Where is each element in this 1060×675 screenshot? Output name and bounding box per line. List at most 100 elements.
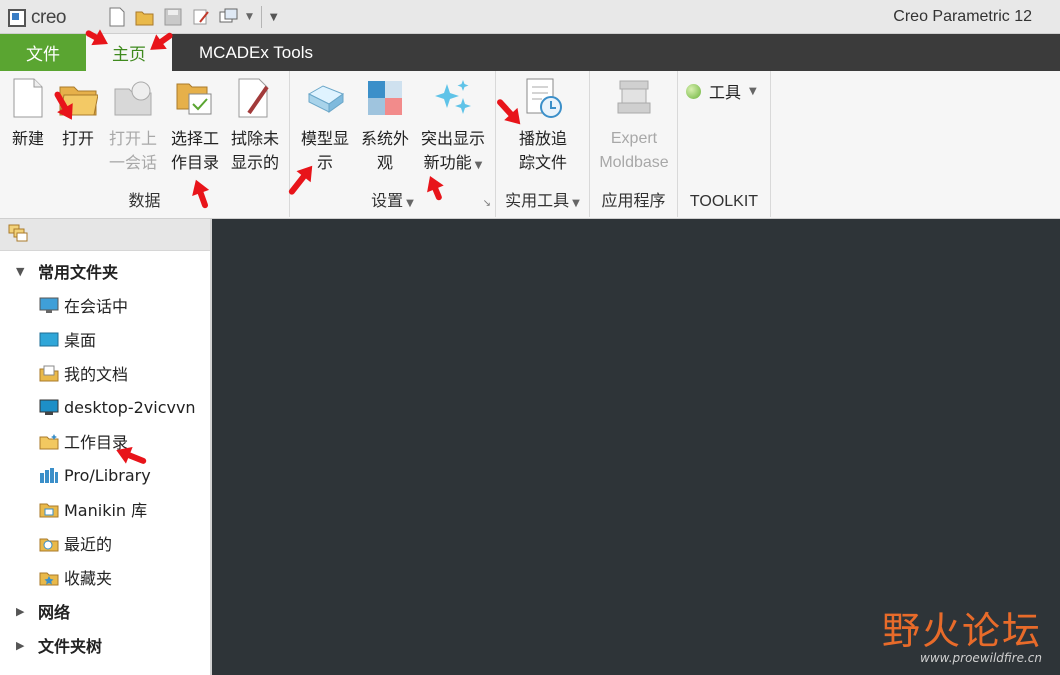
network-section[interactable]: ▶ 网络: [0, 594, 210, 628]
system-appearance-label-2: 观: [376, 153, 393, 172]
applications-group-label: 应用程序: [601, 191, 666, 210]
chevron-down-icon: ▼: [474, 160, 483, 171]
watermark-text: 野火论坛: [881, 609, 1042, 653]
select-working-directory-button[interactable]: 选择工 作目录: [166, 75, 224, 175]
play-trail-label-1: 播放追: [518, 129, 567, 148]
open-last-session-label-2: 一会话: [108, 153, 157, 172]
system-appearance-button[interactable]: 系统外 观: [356, 75, 414, 175]
folder-item[interactable]: 我的文档: [0, 356, 210, 390]
expanded-triangle-icon: ▼: [16, 264, 25, 278]
play-trail-file-button[interactable]: 播放追 踪文件: [512, 75, 574, 175]
watermark: 野火论坛 www.proewildfire.cn: [882, 611, 1042, 665]
network-label: 网络: [38, 603, 71, 622]
settings-group-label-row[interactable]: 设置 ▼: [290, 187, 495, 211]
working-folder-icon: [38, 432, 60, 450]
utilities-group-label-row[interactable]: 实用工具 ▼: [496, 187, 589, 211]
open-last-session-icon: [113, 75, 153, 121]
chevron-down-icon: ▼: [572, 198, 580, 209]
settings-group-label: 设置: [371, 191, 404, 210]
folder-item[interactable]: Manikin 库: [0, 492, 210, 526]
new-file-icon[interactable]: [106, 6, 128, 28]
recent-icon: [38, 534, 60, 552]
model-display-icon: [305, 75, 345, 121]
folder-browser-icon[interactable]: [8, 224, 28, 246]
highlight-new-features-label-1: 突出显示: [420, 129, 485, 148]
library-icon: [38, 466, 60, 484]
folder-item[interactable]: 收藏夹: [0, 560, 210, 594]
folder-item-label: 收藏夹: [64, 569, 113, 588]
folder-item-label: desktop-2vicvvn: [64, 397, 196, 417]
select-working-directory-label-2: 作目录: [170, 153, 219, 172]
desktop-icon: [38, 330, 60, 348]
utilities-group-label: 实用工具: [505, 191, 570, 210]
erase-icon: [235, 75, 275, 121]
chevron-down-icon[interactable]: ▼: [246, 12, 253, 22]
folder-item[interactable]: 工作目录: [0, 424, 210, 458]
tools-label: 工具: [709, 83, 742, 102]
folder-item-label: Pro/Library: [64, 465, 151, 485]
moldbase-icon: [614, 75, 654, 121]
windows-icon[interactable]: [218, 6, 240, 28]
collapsed-triangle-icon: ▶: [16, 638, 25, 652]
chevron-down-icon: ▼: [749, 85, 757, 97]
select-working-directory-label-1: 选择工: [170, 129, 219, 148]
highlight-new-features-button[interactable]: 突出显示 新功能 ▼: [416, 75, 490, 178]
folder-list: 在会话中桌面我的文档 desktop-2vicvvn 工作目录 Pro/Library…: [0, 288, 210, 594]
watermark-url: www.proewildfire.cn: [920, 651, 1042, 665]
expert-moldbase-label-2: Moldbase: [599, 154, 669, 171]
sparkle-icon: [433, 75, 473, 121]
ribbon-group-toolkit: 工具 ▼ TOOLKIT: [678, 71, 771, 217]
regenerate-icon[interactable]: [190, 6, 212, 28]
new-label: 新建: [11, 129, 44, 148]
dialog-launcher-icon[interactable]: ↘: [483, 198, 491, 209]
common-folders-section[interactable]: ▼ 常用文件夹: [0, 254, 210, 288]
computer-icon: [38, 398, 60, 416]
tab-mcadex-tools[interactable]: MCADEx Tools: [176, 34, 336, 71]
quick-access-toolbar: ▼ ▼: [106, 6, 278, 28]
data-group-label: 数据: [128, 191, 161, 210]
creo-logo-icon: [8, 9, 26, 27]
navigator-header: [0, 219, 210, 251]
open-folder-icon[interactable]: [134, 6, 156, 28]
folder-item[interactable]: 桌面: [0, 322, 210, 356]
select-working-directory-icon: [175, 75, 215, 121]
highlight-new-features-label-2: 新功能: [423, 153, 472, 172]
monitor-icon: [38, 296, 60, 314]
common-folders-label: 常用文件夹: [38, 263, 119, 282]
folder-tree-section[interactable]: ▶ 文件夹树: [0, 628, 210, 662]
ribbon-group-utilities: 播放追 踪文件 实用工具 ▼: [496, 71, 590, 217]
folder-item[interactable]: 最近的: [0, 526, 210, 560]
open-last-session-label-1: 打开上: [108, 129, 157, 148]
folder-item[interactable]: Pro/Library: [0, 458, 210, 492]
expert-moldbase-button[interactable]: Expert Moldbase: [594, 75, 674, 175]
new-button[interactable]: 新建: [6, 75, 50, 151]
logo-text: creo: [31, 7, 66, 28]
title-bar: creo ▼ ▼ Creo Parametric 12: [0, 0, 1060, 34]
ribbon: 新建 打开 打开上 一会话 选择工 作目录 拭除未 显示的 数据 模型显 示 系…: [0, 71, 1060, 219]
toolkit-group-label: TOOLKIT: [689, 193, 759, 210]
favorites-icon: [38, 568, 60, 586]
ribbon-group-applications: Expert Moldbase 应用程序: [590, 71, 678, 217]
model-display-label-1: 模型显: [300, 129, 349, 148]
app-title: Creo Parametric 12: [893, 8, 1032, 25]
system-appearance-label-1: 系统外: [360, 129, 409, 148]
folder-item-label: 在会话中: [64, 297, 129, 316]
folder-item-label: 我的文档: [64, 365, 129, 384]
ribbon-group-settings: 模型显 示 系统外 观 突出显示 新功能 ▼ 设置 ▼ ↘: [290, 71, 496, 217]
customize-qat-icon[interactable]: ▼: [270, 12, 278, 23]
erase-not-displayed-label-2: 显示的: [230, 153, 279, 172]
highlight-new-features-label-2-row: 新功能 ▼: [416, 151, 490, 178]
play-trail-label-2: 踪文件: [518, 153, 567, 172]
erase-not-displayed-button[interactable]: 拭除未 显示的: [226, 75, 284, 175]
graphics-window[interactable]: 野火论坛 www.proewildfire.cn: [212, 219, 1060, 675]
tools-button[interactable]: 工具 ▼: [686, 79, 757, 103]
play-trail-icon: [523, 75, 563, 121]
save-icon[interactable]: [162, 6, 184, 28]
manikin-library-icon: [38, 500, 60, 518]
erase-not-displayed-label-1: 拭除未: [230, 129, 279, 148]
folder-item[interactable]: desktop-2vicvvn: [0, 390, 210, 424]
tab-file[interactable]: 文件: [0, 34, 86, 71]
open-last-session-button[interactable]: 打开上 一会话: [104, 75, 162, 175]
new-file-icon: [8, 75, 48, 121]
folder-item[interactable]: 在会话中: [0, 288, 210, 322]
